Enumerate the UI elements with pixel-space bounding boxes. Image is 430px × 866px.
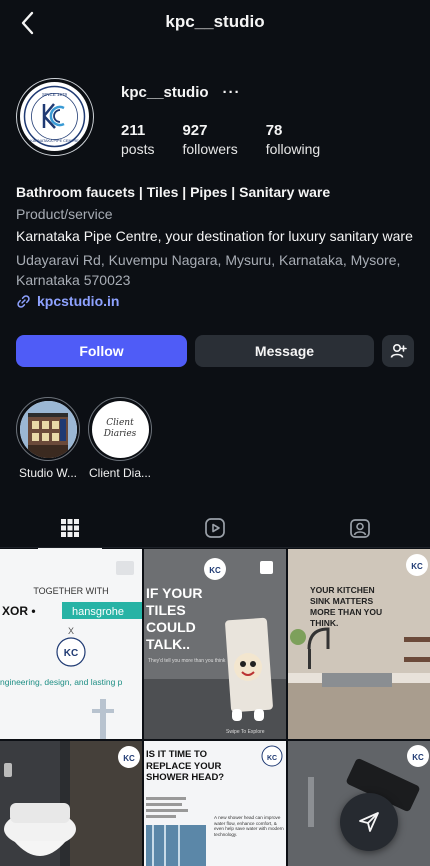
profile-tabs: [0, 508, 430, 549]
logo-name: KARNATAKA PIPE CENTRE: [30, 139, 79, 143]
post-1-brand2: hansgrohe: [72, 606, 124, 618]
svg-text:KC: KC: [209, 566, 221, 575]
post-3-image: KC YOUR KITCHEN SINK MATTERS MORE THAN Y…: [288, 549, 430, 739]
post-3-headline: YOUR KITCHEN SINK MATTERS MORE THAN YOU …: [310, 585, 383, 628]
post-1-tagline: ngineering, design, and lasting p: [0, 677, 123, 687]
top-bar: kpc__studio: [0, 0, 430, 46]
avatar[interactable]: SINCE 1979 KARNATAKA PIPE CENTRE: [16, 78, 94, 156]
tagged-icon: [350, 519, 370, 538]
svg-text:KC: KC: [123, 754, 135, 763]
stat-posts[interactable]: 211 posts: [121, 122, 154, 157]
highlight-studio[interactable]: Studio W...: [16, 397, 80, 480]
reels-icon: [205, 518, 225, 538]
more-options-icon[interactable]: ···: [223, 84, 241, 101]
post-1-x: X: [68, 626, 74, 636]
highlight-client-diaries[interactable]: Client Diaries Client Dia...: [88, 397, 152, 480]
post-1-brand1: XOR •: [2, 604, 36, 618]
highlight-client-diaries-label: Client Dia...: [88, 466, 152, 480]
suggest-people-button[interactable]: [382, 335, 414, 367]
svg-text:KC: KC: [411, 562, 423, 571]
svg-text:KC: KC: [64, 648, 78, 659]
tab-posts-grid[interactable]: [38, 508, 102, 549]
post-5-headline: IS IT TIME TO REPLACE YOUR SHOWER HEAD?: [146, 749, 225, 783]
post-3[interactable]: KC YOUR KITCHEN SINK MATTERS MORE THAN Y…: [288, 549, 430, 739]
page-title: kpc__studio: [165, 12, 265, 31]
bio-headline: Bathroom faucets | Tiles | Pipes | Sanit…: [16, 184, 331, 200]
kpc-logo: SINCE 1979 KARNATAKA PIPE CENTRE: [20, 82, 89, 151]
post-1-line1: TOGETHER WITH: [33, 586, 108, 596]
post-5-body: A new shower head can improve water flow…: [214, 815, 284, 837]
stat-following-label: following: [265, 141, 321, 157]
svg-text:KC: KC: [267, 755, 277, 762]
highlight-studio-cover: [19, 400, 77, 458]
profile-stats: 211 posts 927 followers 78 following: [121, 122, 320, 157]
post-5-image: KC IS IT TIME TO REPLACE YOUR SHOWER HEA…: [144, 741, 286, 866]
profile-bio: Bathroom faucets | Tiles | Pipes | Sanit…: [16, 182, 416, 311]
bio-description: Karnataka Pipe Centre, your destination …: [16, 228, 413, 244]
send-message-button[interactable]: [340, 793, 398, 851]
post-2[interactable]: KC IF YOUR TILES COULD TALK.. They'd tel…: [144, 549, 286, 739]
post-1[interactable]: TOGETHER WITH XOR • hansgrohe X KC ngine…: [0, 549, 142, 739]
stat-followers-value: 927: [182, 122, 208, 139]
post-5[interactable]: KC IS IT TIME TO REPLACE YOUR SHOWER HEA…: [144, 741, 286, 866]
follow-button[interactable]: Follow: [16, 335, 187, 367]
post-4-image: KC: [0, 741, 142, 866]
stat-following-value: 78: [265, 122, 283, 139]
tab-reels[interactable]: [183, 508, 247, 548]
post-2-swipe: Swipe To Explore: [226, 729, 265, 735]
post-1-image: TOGETHER WITH XOR • hansgrohe X KC ngine…: [0, 561, 142, 739]
stat-posts-value: 211: [121, 122, 146, 139]
highlight-client-diaries-cover: Client Diaries: [91, 400, 149, 458]
stat-followers-label: followers: [182, 141, 238, 157]
profile-actions: Follow Message: [16, 335, 414, 367]
stat-posts-label: posts: [121, 141, 155, 157]
message-button[interactable]: Message: [195, 335, 374, 367]
highlight-studio-label: Studio W...: [18, 466, 78, 480]
post-2-image: KC IF YOUR TILES COULD TALK.. They'd tel…: [144, 549, 286, 739]
tab-tagged[interactable]: [328, 508, 392, 548]
post-2-headline: IF YOUR TILES COULD TALK..: [146, 585, 203, 652]
post-2-sub: They'd tell you more than you think: [148, 658, 226, 664]
story-highlights: Studio W... Client Diaries Client Dia...: [16, 397, 152, 480]
logo-since: SINCE 1979: [42, 92, 68, 97]
add-person-icon: [390, 343, 407, 358]
bio-link-text: kpcstudio.in: [37, 293, 120, 309]
highlight-client-diaries-cover-text: Client Diaries: [103, 418, 137, 439]
bio-address[interactable]: Udayaravi Rd, Kuvempu Nagara, Mysuru, Ka…: [16, 250, 416, 290]
stat-following[interactable]: 78 following: [266, 122, 320, 157]
bio-category: Product/service: [16, 206, 113, 222]
profile-username: kpc__studio: [121, 84, 209, 101]
post-4[interactable]: KC: [0, 741, 142, 866]
stat-followers[interactable]: 927 followers: [182, 122, 237, 157]
bio-link[interactable]: kpcstudio.in: [16, 291, 416, 311]
grid-icon: [61, 519, 79, 537]
link-icon: [17, 294, 30, 308]
paper-plane-icon: [359, 812, 379, 832]
svg-text:KC: KC: [412, 753, 424, 762]
